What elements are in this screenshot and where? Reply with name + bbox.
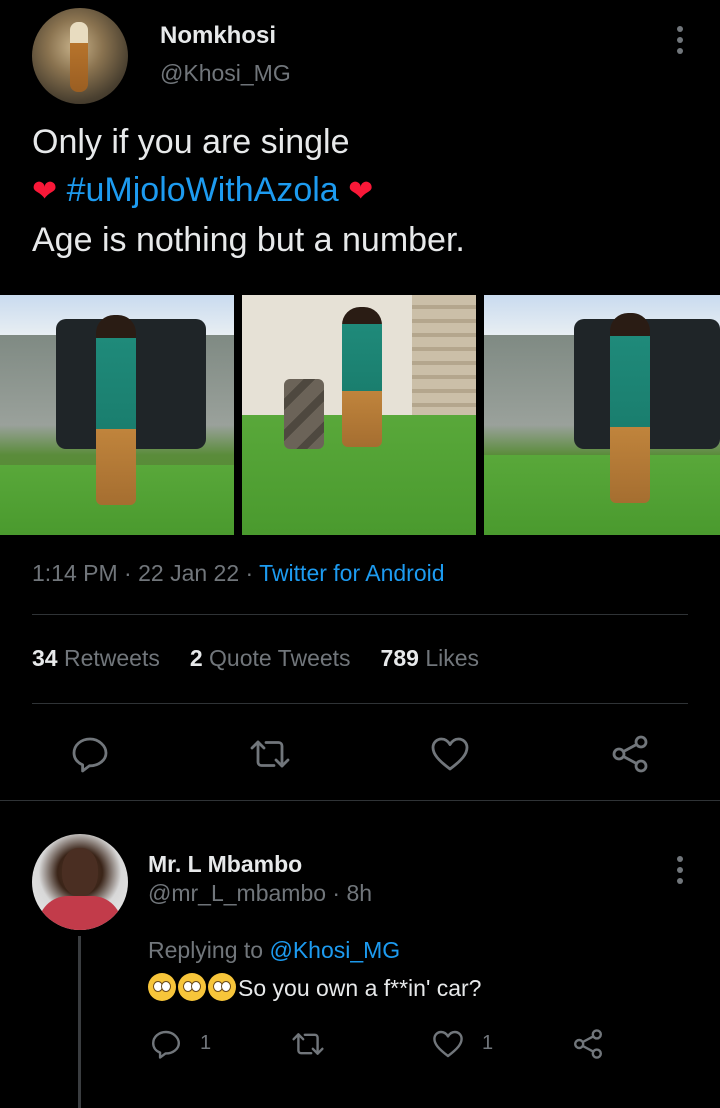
separator: · [117, 560, 139, 586]
author-handle[interactable]: @Khosi_MG [160, 60, 291, 87]
tweet-stats: 34 Retweets 2 Quote Tweets 789 Likes [32, 645, 479, 672]
tweet-text: Only if you are single ❤ #uMjoloWithAzol… [32, 118, 692, 264]
reply-author-handle-row: @mr_L_mbambo · 8h [148, 880, 372, 907]
retweet-icon[interactable] [248, 734, 292, 774]
separator: · [326, 880, 347, 906]
divider [32, 703, 688, 704]
retweets-stat[interactable]: 34 Retweets [32, 645, 160, 671]
thread-line [78, 936, 81, 1108]
tweet-photo[interactable] [484, 295, 720, 535]
like-count: 1 [482, 1032, 494, 1054]
photo-grid [0, 295, 720, 535]
author-avatar[interactable] [32, 8, 128, 104]
reply-time: 8h [346, 880, 373, 906]
reply-icon[interactable] [70, 734, 110, 774]
reply-text: So you own a f**in' car? [148, 973, 481, 1002]
share-icon[interactable] [610, 734, 650, 774]
author-name[interactable]: Nomkhosi [160, 22, 276, 50]
quote-tweets-stat[interactable]: 2 Quote Tweets [190, 645, 351, 671]
reply-author-name[interactable]: Mr. L Mbambo [148, 851, 302, 878]
more-options-icon[interactable] [668, 850, 692, 890]
hashtag-link[interactable]: #uMjoloWithAzola [67, 171, 339, 209]
tweet-time: 1:14 PM [32, 560, 118, 586]
reply-author-avatar[interactable] [32, 834, 128, 930]
likes-stat[interactable]: 789 Likes [381, 645, 479, 671]
divider [32, 614, 688, 615]
tweet-source[interactable]: Twitter for Android [259, 560, 444, 586]
retweet-icon[interactable] [290, 1028, 326, 1060]
flushed-face-emoji [208, 973, 236, 1001]
tweet-photo[interactable] [242, 295, 476, 535]
tweet-photo[interactable] [0, 295, 234, 535]
reply-actions: 1 1 [0, 1026, 720, 1062]
heart-emoji: ❤ [32, 175, 58, 208]
tweet-text-line: Age is nothing but a number. [32, 221, 465, 259]
reply-text-body: So you own a f**in' car? [238, 975, 482, 1001]
tweet-date: 22 Jan 22 [138, 560, 240, 586]
like-icon[interactable] [430, 734, 470, 774]
tweet-text-line: Only if you are single [32, 123, 350, 161]
divider [0, 800, 720, 801]
replying-to-mention[interactable]: @Khosi_MG [269, 937, 400, 963]
share-icon[interactable] [572, 1028, 604, 1060]
reply-author-handle[interactable]: @mr_L_mbambo [148, 880, 326, 906]
tweet-actions [0, 730, 720, 778]
replying-to: Replying to @Khosi_MG [148, 937, 400, 964]
flushed-face-emoji [148, 973, 176, 1001]
like-icon[interactable] [432, 1028, 464, 1060]
replying-to-label: Replying to [148, 937, 264, 963]
more-options-icon[interactable] [668, 20, 692, 60]
reply-icon[interactable] [150, 1028, 182, 1060]
heart-emoji: ❤ [348, 175, 374, 208]
flushed-face-emoji [178, 973, 206, 1001]
reply-count: 1 [200, 1032, 212, 1054]
tweet-meta: 1:14 PM · 22 Jan 22 · Twitter for Androi… [32, 560, 445, 587]
separator: · [239, 560, 260, 586]
